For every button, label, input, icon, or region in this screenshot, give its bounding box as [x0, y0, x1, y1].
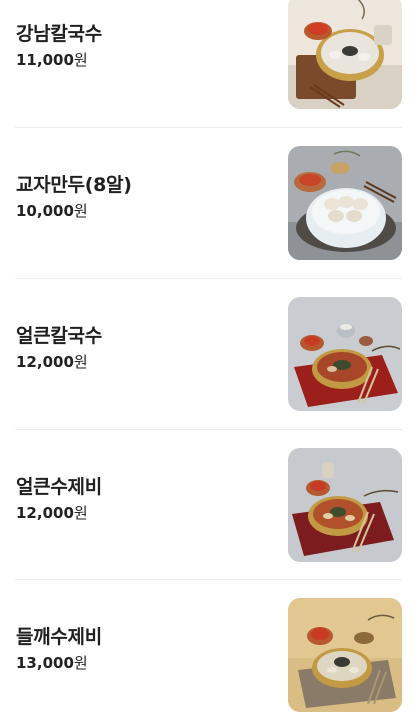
menu-item-name: 들깨수제비 [16, 626, 102, 648]
menu-item-text: 얼큰칼국수 12,000원 [16, 323, 276, 372]
menu-item-photo[interactable] [288, 598, 402, 712]
divider [15, 278, 402, 279]
menu-item-price: 12,000원 [16, 503, 276, 523]
price-amount: 12,000 [16, 353, 74, 371]
menu-item-name: 얼큰칼국수 [16, 325, 102, 347]
kalguksu-photo [288, 0, 402, 109]
divider [15, 579, 402, 580]
menu-item-price: 10,000원 [16, 201, 276, 221]
menu-item-name: 강남칼국수 [16, 23, 102, 45]
menu-item-price: 13,000원 [16, 653, 276, 673]
price-unit: 원 [73, 51, 88, 69]
price-amount: 13,000 [16, 654, 74, 672]
menu-item-photo[interactable] [288, 0, 402, 109]
menu-item-spicy-sujebi[interactable]: 얼큰수제비 12,000원 [15, 448, 402, 563]
price-unit: 원 [73, 504, 88, 522]
menu-item-price: 11,000원 [16, 50, 276, 70]
price-amount: 11,000 [16, 51, 74, 69]
divider [15, 127, 402, 128]
spicy-sujebi-photo [288, 448, 402, 562]
menu-item-text: 얼큰수제비 12,000원 [16, 474, 276, 523]
menu-item-spicy-kalguksu[interactable]: 얼큰칼국수 12,000원 [15, 297, 402, 412]
menu-item-photo[interactable] [288, 297, 402, 411]
perilla-sujebi-photo [288, 598, 402, 712]
menu-item-photo[interactable] [288, 146, 402, 260]
menu-item-text: 교자만두(8알) 10,000원 [16, 172, 276, 221]
menu-item-name: 교자만두(8알) [16, 174, 132, 196]
price-unit: 원 [73, 202, 88, 220]
menu-list: 강남칼국수 11,000원 교자만두(8알) 10,000원 얼큰칼국수 12,… [0, 0, 417, 723]
dumplings-photo [288, 146, 402, 260]
menu-item-photo[interactable] [288, 448, 402, 562]
menu-item-text: 들깨수제비 13,000원 [16, 624, 276, 673]
menu-item-text: 강남칼국수 11,000원 [16, 21, 276, 70]
menu-item-name: 얼큰수제비 [16, 476, 102, 498]
price-amount: 12,000 [16, 504, 74, 522]
menu-item-perilla-sujebi[interactable]: 들깨수제비 13,000원 [15, 598, 402, 713]
price-amount: 10,000 [16, 202, 74, 220]
price-unit: 원 [73, 353, 88, 371]
spicy-kalguksu-photo [288, 297, 402, 411]
menu-item-gangnam-kalguksu[interactable]: 강남칼국수 11,000원 [15, 0, 402, 110]
menu-item-price: 12,000원 [16, 352, 276, 372]
divider [15, 429, 402, 430]
price-unit: 원 [73, 654, 88, 672]
menu-item-gyoja-mandu[interactable]: 교자만두(8알) 10,000원 [15, 146, 402, 261]
